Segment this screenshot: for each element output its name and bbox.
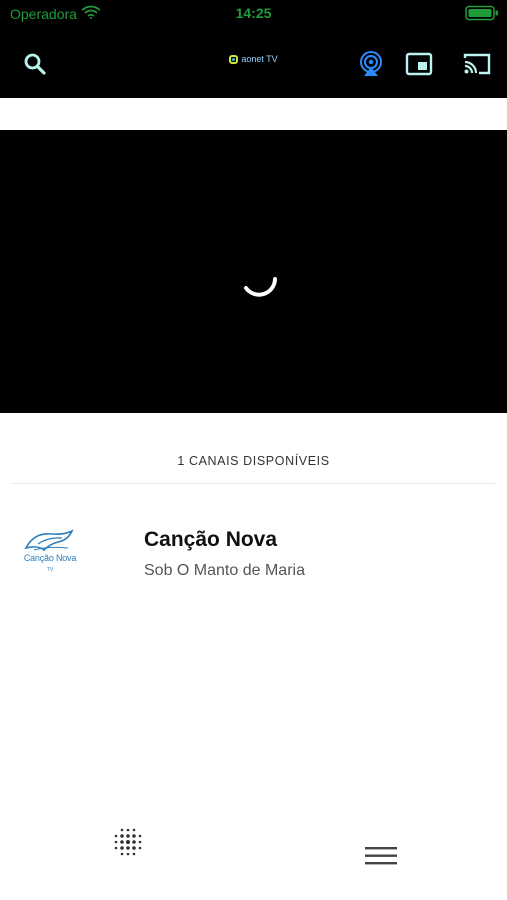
channel-name: Canção Nova	[144, 528, 278, 551]
app-logo-mark	[229, 54, 239, 64]
cast-icon[interactable]	[461, 48, 493, 80]
battery-icon	[465, 5, 499, 21]
loading-spinner-icon	[238, 258, 280, 300]
dove-icon	[24, 529, 74, 552]
status-bar: Operadora 14:25	[0, 0, 507, 28]
channel-logo-text: Canção Nova	[23, 553, 77, 563]
app-screen: Operadora 14:25 aonet TV 1 CANAIS DISPON…	[0, 0, 507, 900]
status-time: 14:25	[235, 5, 272, 21]
video-player[interactable]	[0, 130, 507, 413]
header-spacer	[0, 98, 507, 130]
channel-program: Sob O Manto de Maria	[144, 562, 305, 579]
dots-grid-icon[interactable]	[110, 824, 146, 865]
channel-list-item[interactable]: Canção Nova TV Canção Nova Sob O Manto d…	[0, 500, 507, 600]
airplay-icon[interactable]	[355, 48, 387, 80]
hamburger-menu-icon[interactable]	[364, 845, 398, 872]
channels-count-label: 1 CANAIS DISPONÍVEIS	[177, 454, 330, 468]
channel-logo: Canção Nova TV	[18, 528, 82, 578]
divider	[12, 483, 495, 484]
search-icon[interactable]	[19, 48, 51, 80]
top-toolbar: aonet TV	[0, 28, 507, 98]
app-logo-text: aonet TV	[241, 54, 278, 64]
channel-logo-subtext: TV	[46, 567, 54, 573]
picture-in-picture-icon[interactable]	[403, 48, 435, 80]
